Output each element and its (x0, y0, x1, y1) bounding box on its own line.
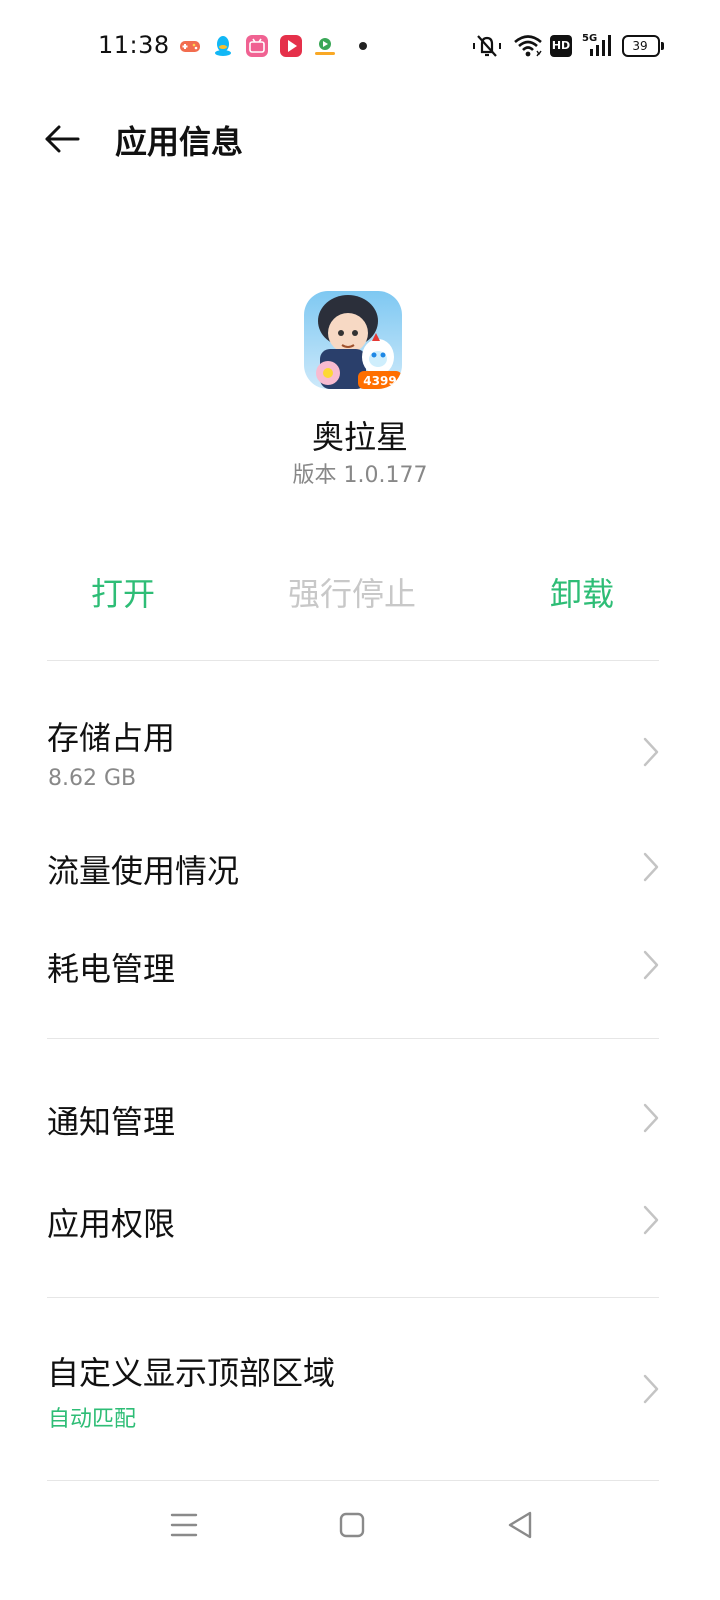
chevron-right-icon (643, 950, 659, 980)
storage-size: 8.62 GB (48, 766, 137, 791)
force-stop-button: 强行停止 (287, 575, 416, 613)
notification-management-title: 通知管理 (47, 1103, 176, 1141)
divider (47, 1297, 659, 1298)
custom-top-area-title: 自定义显示顶部区域 (47, 1354, 336, 1392)
custom-top-area-value: 自动匹配 (48, 1407, 137, 1432)
battery-level: 39 (632, 39, 648, 53)
page-title: 应用信息 (115, 123, 244, 161)
home-icon[interactable] (330, 1504, 374, 1548)
divider (47, 1038, 659, 1039)
app-icon: 4399 (304, 291, 402, 389)
menu-icon[interactable] (162, 1504, 206, 1548)
data-usage-item[interactable]: 流量使用情况 (0, 826, 720, 910)
storage-item[interactable]: 存储占用 8.62 GB (0, 700, 720, 810)
storage-title: 存储占用 (47, 719, 176, 757)
status-bar: 11:38 HD 5G 39 (0, 0, 720, 92)
app-icon-badge: 4399 (363, 374, 396, 388)
hd-icon: HD (550, 35, 572, 57)
video-play-icon (280, 35, 302, 57)
chevron-right-icon (643, 1374, 659, 1404)
wifi-icon (514, 35, 542, 57)
data-usage-title: 流量使用情况 (47, 852, 240, 890)
app-name: 奥拉星 (311, 418, 408, 456)
app-logo-icon (315, 38, 335, 55)
vibrate-mute-icon (473, 35, 501, 57)
status-time: 11:38 (98, 31, 170, 59)
qq-icon (215, 36, 231, 56)
custom-top-area-item[interactable]: 自定义显示顶部区域 自动匹配 (0, 1330, 720, 1450)
app-permissions-item[interactable]: 应用权限 (0, 1179, 720, 1263)
back-arrow-icon[interactable] (40, 118, 84, 162)
app-permissions-title: 应用权限 (47, 1205, 176, 1243)
open-button[interactable]: 打开 (38, 569, 208, 615)
back-triangle-icon[interactable] (500, 1504, 544, 1548)
uninstall-button[interactable]: 卸载 (497, 569, 667, 615)
game-controller-icon (180, 41, 200, 52)
divider (47, 660, 659, 661)
divider (47, 1480, 659, 1481)
chevron-right-icon (643, 737, 659, 767)
cellular-signal-icon: 5G (582, 33, 614, 59)
battery-management-title: 耗电管理 (47, 950, 176, 988)
notification-management-item[interactable]: 通知管理 (0, 1077, 720, 1161)
app-version: 版本 1.0.177 (292, 463, 428, 488)
bilibili-icon (246, 35, 268, 57)
chevron-right-icon (643, 852, 659, 882)
more-notifications-dot (359, 42, 367, 50)
battery-icon: 39 (622, 35, 664, 57)
battery-management-item[interactable]: 耗电管理 (0, 924, 720, 1008)
chevron-right-icon (643, 1205, 659, 1235)
chevron-right-icon (643, 1103, 659, 1133)
network-type-label: 5G (582, 33, 598, 44)
